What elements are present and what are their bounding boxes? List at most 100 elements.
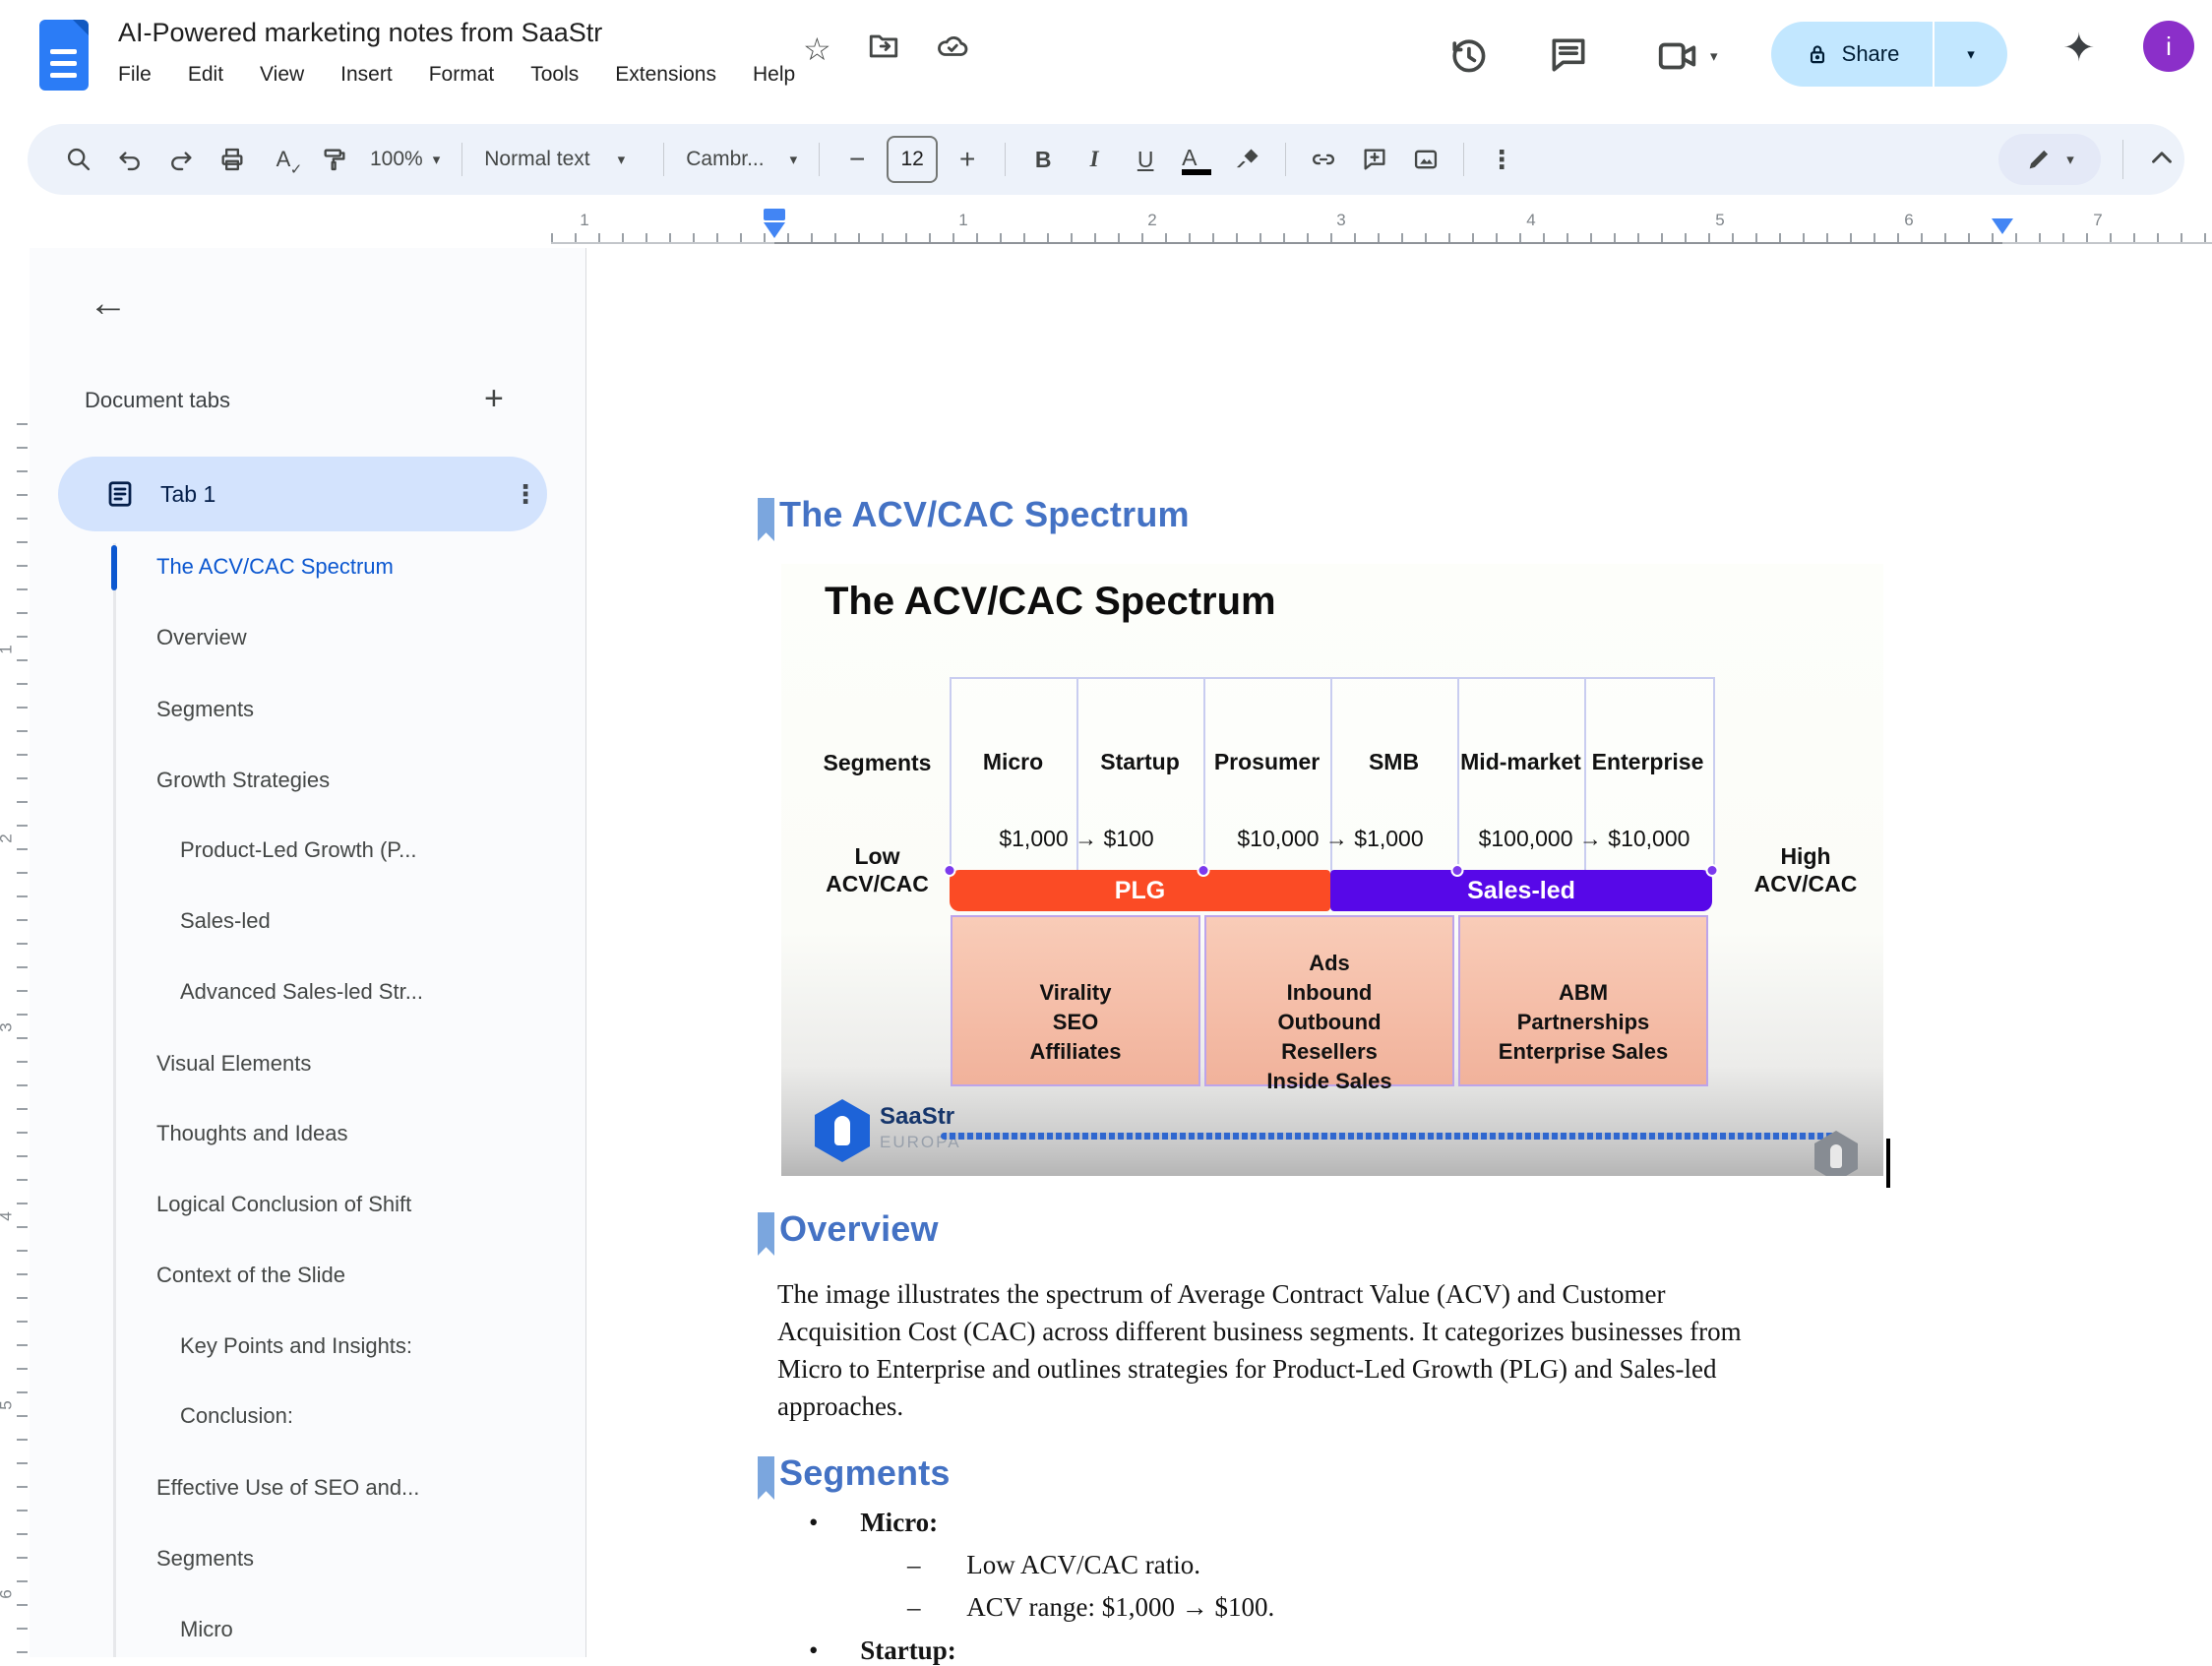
comment-history-button[interactable] (1547, 33, 1590, 77)
menu-format[interactable]: Format (429, 63, 495, 87)
highlight-color-button[interactable] (1226, 136, 1269, 183)
bookmark-icon[interactable] (758, 1212, 774, 1256)
outline-item[interactable]: Context of the Slide (156, 1251, 345, 1300)
more-options-button[interactable]: ⋮ (1480, 136, 1523, 183)
undo-button[interactable] (108, 136, 152, 183)
outline-item[interactable]: The ACV/CAC Spectrum (156, 542, 394, 591)
tab-1-item[interactable]: Tab 1 ⋮ (58, 457, 547, 531)
insert-image-button[interactable] (1404, 136, 1447, 183)
document-tabs-title: Document tabs (85, 388, 230, 413)
outline-item[interactable]: Effective Use of SEO and... (156, 1463, 419, 1512)
close-sidebar-back-icon[interactable]: ← (89, 281, 128, 326)
account-avatar[interactable]: i (2143, 21, 2194, 72)
search-menus-button[interactable] (57, 136, 100, 183)
meet-video-button[interactable]: ▾ (1655, 33, 1718, 79)
vertical-ruler[interactable]: 1 2 3 4 5 6 (0, 248, 31, 1657)
right-indent-marker[interactable] (1992, 218, 2013, 234)
menu-tools[interactable]: Tools (530, 63, 579, 87)
insert-link-button[interactable] (1302, 136, 1345, 183)
font-caret-icon: ▾ (790, 151, 798, 168)
share-dropdown[interactable]: ▾ (1935, 22, 2007, 87)
text-color-button[interactable]: A (1175, 136, 1218, 183)
sub-bullet[interactable]: – ACV range: $1,000 → $100. (907, 1592, 1274, 1623)
bullet-micro[interactable]: • Micro: (809, 1508, 938, 1538)
outline-item[interactable]: Logical Conclusion of Shift (156, 1180, 411, 1229)
styles-caret-icon: ▾ (618, 151, 626, 168)
editing-mode-button[interactable]: ▾ (1998, 134, 2101, 185)
menu-edit[interactable]: Edit (188, 63, 223, 87)
bar-handle-dot (1706, 864, 1719, 877)
menu-view[interactable]: View (260, 63, 304, 87)
first-line-indent-marker[interactable] (764, 209, 785, 220)
font-size-increase-button[interactable]: + (946, 136, 989, 183)
bar-handle-dot (1451, 864, 1464, 877)
document-title[interactable]: AI-Powered marketing notes from SaaStr (118, 18, 602, 48)
pencil-icon (2025, 146, 2053, 173)
bold-button[interactable]: B (1021, 136, 1065, 183)
mode-caret-icon: ▾ (2066, 151, 2074, 168)
outline-item[interactable]: Segments (156, 685, 254, 734)
outline-item[interactable]: Product-Led Growth (P... (180, 826, 417, 875)
doc-heading-spectrum[interactable]: The ACV/CAC Spectrum (779, 494, 1190, 535)
cloud-saved-icon[interactable] (936, 30, 969, 68)
mid-strategies-box: AdsInboundOutboundResellersInside Sales (1204, 915, 1454, 1086)
sub-bullet[interactable]: – Low ACV/CAC ratio. (907, 1550, 1200, 1580)
outline-item[interactable]: Key Points and Insights: (180, 1322, 412, 1371)
outline-item[interactable]: Advanced Sales-led Str... (180, 967, 423, 1017)
font-select[interactable]: Cambr...▾ (680, 148, 803, 171)
saastr-logo-icon (815, 1099, 870, 1162)
plg-strategies-box: ViralitySEOAffiliates (951, 915, 1200, 1086)
zoom-select[interactable]: 100%▾ (364, 148, 446, 171)
document-page[interactable]: The ACV/CAC Spectrum The ACV/CAC Spectru… (586, 248, 2212, 1657)
underline-button[interactable]: U (1124, 136, 1167, 183)
meet-caret-icon[interactable]: ▾ (1710, 47, 1718, 65)
menu-help[interactable]: Help (753, 63, 795, 87)
horizontal-ruler[interactable]: 1 1 2 3 4 5 6 7 (551, 209, 2212, 244)
left-indent-marker[interactable] (764, 222, 785, 238)
doc-heading-segments[interactable]: Segments (779, 1452, 951, 1494)
lock-icon (1805, 41, 1830, 67)
acv-cac-spectrum-image[interactable]: The ACV/CAC Spectrum Segments Micro Star… (781, 564, 1883, 1176)
paint-format-button[interactable] (313, 136, 356, 183)
font-size-decrease-button[interactable]: − (835, 136, 879, 183)
outline-item[interactable]: Sales-led (180, 896, 271, 946)
bookmark-icon[interactable] (758, 498, 774, 541)
outline-item[interactable]: Segments (156, 1534, 254, 1583)
outline-item[interactable]: Growth Strategies (156, 756, 330, 805)
styles-select[interactable]: Normal text▾ (478, 148, 647, 171)
outline-item[interactable]: Conclusion: (180, 1391, 293, 1441)
print-button[interactable] (211, 136, 254, 183)
zoom-caret-icon: ▾ (433, 151, 441, 168)
menu-file[interactable]: File (118, 63, 152, 87)
bookmark-icon[interactable] (758, 1456, 774, 1500)
bar-handle-dot (1198, 864, 1210, 877)
tab-options-icon[interactable]: ⋮ (513, 479, 538, 510)
menu-extensions[interactable]: Extensions (615, 63, 716, 87)
docs-logo-fold (73, 20, 89, 35)
google-docs-logo[interactable] (39, 20, 89, 91)
figure-title: The ACV/CAC Spectrum (825, 580, 1276, 624)
add-comment-button[interactable] (1353, 136, 1396, 183)
plg-bar: PLG (950, 870, 1330, 911)
add-tab-button[interactable]: + (484, 380, 504, 418)
outline-item[interactable]: Micro (180, 1605, 233, 1654)
italic-button[interactable]: I (1073, 136, 1116, 183)
share-label: Share (1842, 41, 1900, 67)
outline-item[interactable]: Visual Elements (156, 1039, 311, 1088)
doc-heading-overview[interactable]: Overview (779, 1208, 939, 1250)
overview-paragraph[interactable]: The image illustrates the spectrum of Av… (777, 1275, 1993, 1425)
gemini-sparkle-icon[interactable]: ✦ (2062, 26, 2096, 71)
menu-insert[interactable]: Insert (340, 63, 393, 87)
outline-item[interactable]: Thoughts and Ideas (156, 1109, 347, 1158)
move-folder-icon[interactable] (867, 30, 900, 68)
bar-handle-dot (944, 864, 956, 877)
redo-button[interactable] (159, 136, 203, 183)
outline-item[interactable]: Overview (156, 613, 247, 662)
font-size-input[interactable]: 12 (887, 136, 938, 183)
hide-menus-button[interactable] (2145, 141, 2179, 179)
share-button[interactable]: Share ▾ (1771, 22, 2007, 87)
star-icon[interactable]: ☆ (803, 31, 831, 68)
spellcheck-button[interactable]: A✓ (262, 136, 305, 183)
bullet-startup[interactable]: • Startup: (809, 1635, 956, 1666)
version-history-button[interactable] (1446, 33, 1490, 77)
